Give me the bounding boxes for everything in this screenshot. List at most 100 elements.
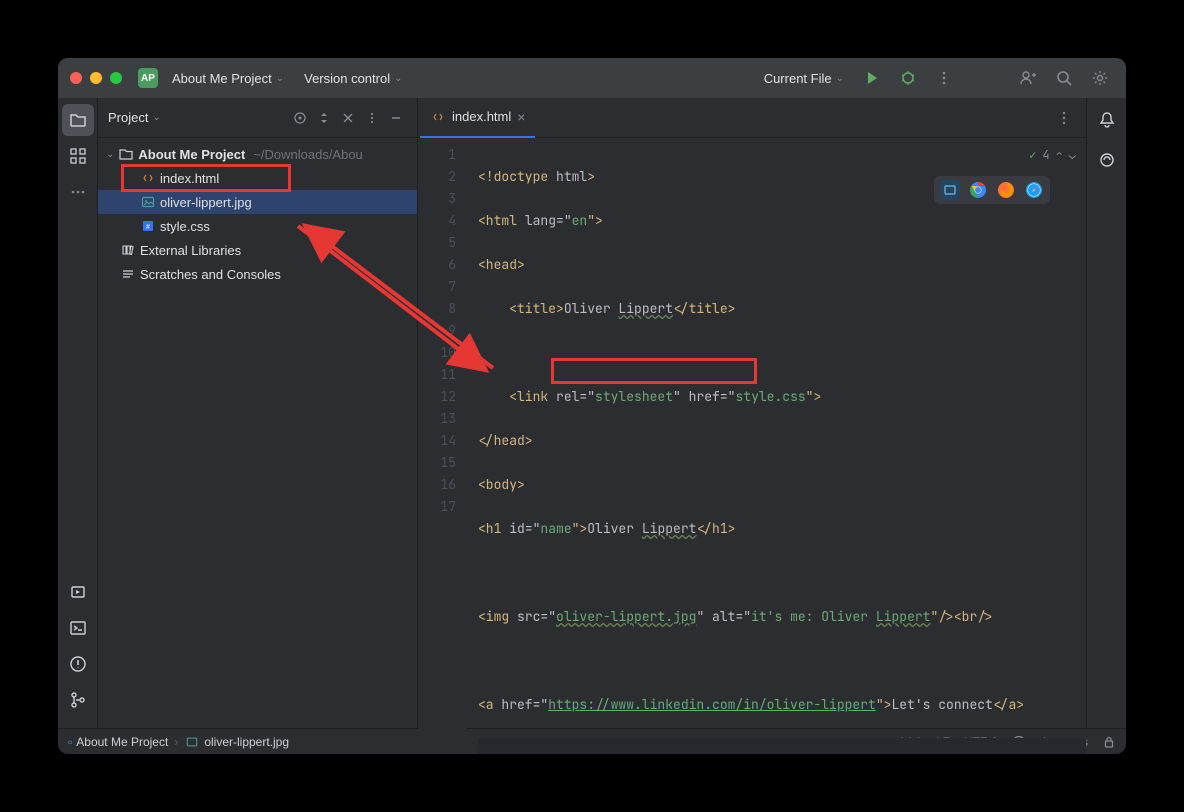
line-number: 3 bbox=[418, 188, 456, 210]
inspection-count: 4 bbox=[1042, 144, 1049, 166]
version-control-menu[interactable]: Version control ⌄ bbox=[298, 67, 408, 90]
close-tab-button[interactable]: × bbox=[517, 109, 525, 125]
module-icon: ▫ bbox=[68, 735, 72, 749]
terminal-tool-button[interactable] bbox=[62, 612, 94, 644]
tab-index-html[interactable]: index.html × bbox=[420, 98, 535, 138]
project-name-label: About Me Project bbox=[172, 71, 272, 86]
line-number: 14 bbox=[418, 430, 456, 452]
tree-root[interactable]: ⌄ About Me Project ~/Downloads/Abou bbox=[98, 142, 417, 166]
built-in-preview-button[interactable] bbox=[940, 180, 960, 200]
nav-file-label: oliver-lippert.jpg bbox=[204, 735, 289, 749]
line-number: 2 bbox=[418, 166, 456, 188]
project-panel-header: Project ⌄ bbox=[98, 98, 417, 138]
tree-file-label: oliver-lippert.jpg bbox=[160, 195, 252, 210]
chevron-down-icon: ⌄ bbox=[152, 112, 160, 123]
run-config-menu[interactable]: Current File ⌄ bbox=[758, 67, 850, 90]
panel-options-button[interactable] bbox=[361, 107, 383, 129]
tree-root-path: ~/Downloads/Abou bbox=[253, 147, 363, 162]
maximize-window-button[interactable] bbox=[110, 72, 122, 84]
ai-assistant-button[interactable] bbox=[1091, 144, 1123, 176]
tree-external-label: External Libraries bbox=[140, 243, 241, 258]
project-tool-button[interactable] bbox=[62, 104, 94, 136]
lock-icon[interactable] bbox=[1102, 735, 1116, 749]
chevron-down-icon: ⌄ bbox=[1069, 144, 1076, 166]
code-with-me-button[interactable] bbox=[1014, 64, 1042, 92]
hide-panel-button[interactable] bbox=[385, 107, 407, 129]
editor[interactable]: 1 2 3 4 5 6 7 8 9 10 11 12 13 14 15 16 1 bbox=[418, 138, 1086, 754]
html-file-icon bbox=[140, 170, 156, 186]
chevron-down-icon: ⌄ bbox=[276, 73, 284, 84]
traffic-lights bbox=[70, 72, 122, 84]
tree-file-index[interactable]: index.html bbox=[98, 166, 417, 190]
ide-window: AP About Me Project ⌄ Version control ⌄ … bbox=[58, 58, 1126, 754]
structure-tool-button[interactable] bbox=[62, 140, 94, 172]
line-number: 8 bbox=[418, 298, 456, 320]
tree-file-label: style.css bbox=[160, 219, 210, 234]
nav-file[interactable]: oliver-lippert.jpg bbox=[184, 734, 289, 750]
open-in-browser-toolbar bbox=[934, 176, 1050, 204]
tree-scratches-label: Scratches and Consoles bbox=[140, 267, 281, 282]
project-view-selector[interactable]: Project ⌄ bbox=[108, 110, 161, 125]
css-file-icon: # bbox=[140, 218, 156, 234]
search-button[interactable] bbox=[1050, 64, 1078, 92]
left-tool-rail bbox=[58, 98, 98, 728]
chevron-down-icon: ⌄ bbox=[394, 73, 402, 84]
version-control-label: Version control bbox=[304, 71, 390, 86]
main-body: Project ⌄ ⌄ About Me Project ~/Downloads… bbox=[58, 98, 1126, 728]
image-file-icon bbox=[184, 734, 200, 750]
inspection-widget[interactable]: ✓ 4 ⌃ ⌄ bbox=[1029, 144, 1076, 166]
line-number: 7 bbox=[418, 276, 456, 298]
nav-separator: › bbox=[174, 735, 178, 749]
tab-label: index.html bbox=[452, 109, 511, 124]
line-number: 15 bbox=[418, 452, 456, 474]
services-tool-button[interactable] bbox=[62, 576, 94, 608]
tree-scratches[interactable]: Scratches and Consoles bbox=[98, 262, 417, 286]
more-menu[interactable] bbox=[930, 64, 958, 92]
firefox-button[interactable] bbox=[996, 180, 1016, 200]
vcs-tool-button[interactable] bbox=[62, 684, 94, 716]
tree-file-style[interactable]: # style.css bbox=[98, 214, 417, 238]
line-number: 4 bbox=[418, 210, 456, 232]
debug-button[interactable] bbox=[894, 64, 922, 92]
collapse-all-button[interactable] bbox=[337, 107, 359, 129]
image-file-icon bbox=[140, 194, 156, 210]
line-number: 17 bbox=[418, 496, 456, 518]
tabs-menu-button[interactable] bbox=[1050, 104, 1078, 132]
editor-tabs: index.html × bbox=[418, 98, 1086, 138]
nav-project[interactable]: ▫ About Me Project bbox=[68, 735, 168, 749]
line-number: 16 bbox=[418, 474, 456, 496]
safari-button[interactable] bbox=[1024, 180, 1044, 200]
run-button[interactable] bbox=[858, 64, 886, 92]
tree-file-label: index.html bbox=[160, 171, 219, 186]
project-tree[interactable]: ⌄ About Me Project ~/Downloads/Abou inde… bbox=[98, 138, 417, 290]
gutter: 1 2 3 4 5 6 7 8 9 10 11 12 13 14 15 16 1 bbox=[418, 138, 466, 754]
scratches-icon bbox=[120, 266, 136, 282]
minimize-window-button[interactable] bbox=[90, 72, 102, 84]
svg-text:#: # bbox=[146, 224, 150, 231]
chevron-down-icon: ⌄ bbox=[836, 73, 844, 84]
tree-external-libraries[interactable]: External Libraries bbox=[98, 238, 417, 262]
right-tool-rail bbox=[1086, 98, 1126, 728]
chrome-button[interactable] bbox=[968, 180, 988, 200]
tree-file-image[interactable]: oliver-lippert.jpg bbox=[98, 190, 417, 214]
problems-tool-button[interactable] bbox=[62, 648, 94, 680]
html-file-icon bbox=[430, 109, 446, 125]
project-menu[interactable]: About Me Project ⌄ bbox=[166, 67, 290, 90]
close-window-button[interactable] bbox=[70, 72, 82, 84]
folder-icon bbox=[118, 146, 134, 162]
line-number: 5 bbox=[418, 232, 456, 254]
line-number: 6 bbox=[418, 254, 456, 276]
more-tool-button[interactable] bbox=[62, 176, 94, 208]
check-icon: ✓ bbox=[1029, 144, 1036, 166]
titlebar: AP About Me Project ⌄ Version control ⌄ … bbox=[58, 58, 1126, 98]
line-number: 1 bbox=[418, 144, 456, 166]
run-config-label: Current File bbox=[764, 71, 832, 86]
code-content[interactable]: <!doctype html> <html lang="en"> <head> … bbox=[466, 138, 1086, 754]
expand-all-button[interactable] bbox=[313, 107, 335, 129]
project-badge: AP bbox=[138, 68, 158, 88]
select-opened-file-button[interactable] bbox=[289, 107, 311, 129]
line-number: 13 bbox=[418, 408, 456, 430]
settings-button[interactable] bbox=[1086, 64, 1114, 92]
project-panel: Project ⌄ ⌄ About Me Project ~/Downloads… bbox=[98, 98, 418, 728]
notifications-button[interactable] bbox=[1091, 104, 1123, 136]
